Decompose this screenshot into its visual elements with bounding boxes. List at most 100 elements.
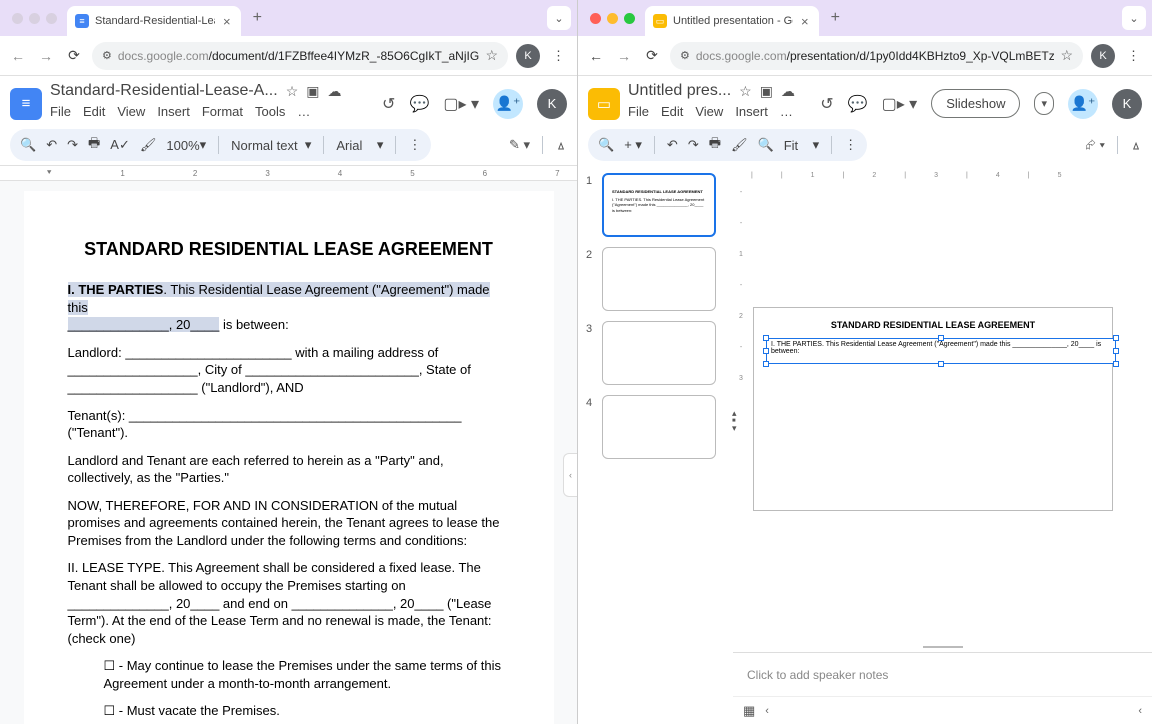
- move-icon[interactable]: ▣: [760, 83, 773, 100]
- more-tools-icon[interactable]: ⋮: [844, 137, 857, 153]
- slide-thumb-1[interactable]: STANDARD RESIDENTIAL LEASE AGREEMENT I. …: [602, 173, 716, 237]
- textbox-side-controls[interactable]: ▴■▾: [732, 409, 737, 433]
- paint-format-icon[interactable]: 🖌: [731, 137, 748, 153]
- account-avatar[interactable]: K: [1112, 89, 1142, 119]
- account-avatar[interactable]: K: [537, 89, 567, 119]
- document-page[interactable]: STANDARD RESIDENTIAL LEASE AGREEMENT I. …: [24, 191, 554, 724]
- cursor-mode-icon[interactable]: ⮳ ▾: [1086, 137, 1105, 153]
- resize-handle[interactable]: [938, 335, 944, 341]
- meet-icon[interactable]: ▢▸ ▾: [443, 94, 479, 114]
- menu-more[interactable]: …: [297, 104, 310, 119]
- slide-thumb-3[interactable]: [602, 321, 716, 385]
- editing-mode-icon[interactable]: ✎ ▾: [509, 137, 530, 153]
- menu-edit[interactable]: Edit: [83, 104, 105, 119]
- notes-resize-handle[interactable]: [923, 646, 963, 648]
- zoom-icon[interactable]: 🔍: [758, 137, 774, 153]
- close-dot[interactable]: [12, 13, 23, 24]
- undo-icon[interactable]: ↶: [667, 137, 678, 153]
- close-dot[interactable]: [590, 13, 601, 24]
- print-icon[interactable]: 🖶: [709, 134, 721, 156]
- meet-icon[interactable]: ▢▸ ▾: [882, 94, 918, 114]
- h-ruler[interactable]: ||1|2|3|4|5: [733, 165, 1152, 179]
- zoom-select[interactable]: 100% ▾: [166, 137, 206, 153]
- comment-icon[interactable]: 💬: [409, 94, 429, 114]
- search-icon[interactable]: 🔍: [20, 137, 36, 153]
- collapse-toolbar-icon[interactable]: ㅿ: [1130, 136, 1142, 155]
- browser-tab[interactable]: ▭ Untitled presentation - Googl ×: [645, 6, 819, 36]
- resize-handle[interactable]: [938, 361, 944, 367]
- site-info-icon[interactable]: ⚙: [680, 49, 690, 62]
- paint-format-icon[interactable]: 🖌: [140, 137, 157, 153]
- slide-title-text[interactable]: STANDARD RESIDENTIAL LEASE AGREEMENT: [754, 308, 1112, 330]
- share-button[interactable]: 👤⁺: [493, 89, 523, 119]
- max-dot[interactable]: [624, 13, 635, 24]
- url-input[interactable]: ⚙ docs.google.com/document/d/1FZBffee4IY…: [92, 42, 508, 70]
- back-icon[interactable]: ←: [586, 46, 606, 66]
- share-button[interactable]: 👤⁺: [1068, 89, 1098, 119]
- docs-app-icon[interactable]: ≡: [10, 88, 42, 120]
- menu-more[interactable]: …: [780, 104, 793, 119]
- resize-handle[interactable]: [1113, 361, 1119, 367]
- menu-insert[interactable]: Insert: [735, 104, 768, 119]
- resize-handle[interactable]: [1113, 348, 1119, 354]
- undo-icon[interactable]: ↶: [46, 137, 57, 153]
- side-panel-toggle[interactable]: ‹: [563, 453, 577, 497]
- site-info-icon[interactable]: ⚙: [102, 49, 112, 62]
- slideshow-dropdown-icon[interactable]: ▾: [1034, 92, 1054, 115]
- browser-menu-icon[interactable]: ⋮: [548, 48, 569, 64]
- slides-app-icon[interactable]: ▭: [588, 88, 620, 120]
- cloud-saved-icon[interactable]: ☁: [781, 83, 795, 100]
- menu-view[interactable]: View: [695, 104, 723, 119]
- comment-icon[interactable]: 💬: [848, 94, 868, 114]
- resize-handle[interactable]: [763, 335, 769, 341]
- slide-canvas[interactable]: STANDARD RESIDENTIAL LEASE AGREEMENT I. …: [753, 307, 1113, 511]
- bookmark-star-icon[interactable]: ☆: [485, 47, 498, 64]
- history-icon[interactable]: ↺: [382, 94, 395, 114]
- redo-icon[interactable]: ↷: [67, 137, 78, 153]
- grid-view-icon[interactable]: ▦: [743, 703, 755, 719]
- move-icon[interactable]: ▣: [306, 83, 319, 100]
- collapse-toolbar-icon[interactable]: ㅿ: [555, 136, 567, 155]
- menu-edit[interactable]: Edit: [661, 104, 683, 119]
- menu-tools[interactable]: Tools: [255, 104, 285, 119]
- browser-menu-icon[interactable]: ⋮: [1123, 48, 1144, 64]
- url-input[interactable]: ⚙ docs.google.com/presentation/d/1py0Idd…: [670, 42, 1083, 70]
- menu-insert[interactable]: Insert: [157, 104, 190, 119]
- slideshow-button[interactable]: Slideshow: [931, 89, 1020, 118]
- min-dot[interactable]: [607, 13, 618, 24]
- font-select[interactable]: Arial ▾: [336, 137, 383, 153]
- close-icon[interactable]: ×: [221, 14, 233, 29]
- tab-dropdown-icon[interactable]: ⌄: [547, 6, 571, 30]
- menu-format[interactable]: Format: [202, 104, 243, 119]
- resize-handle[interactable]: [763, 361, 769, 367]
- search-icon[interactable]: 🔍: [598, 137, 614, 153]
- bookmark-star-icon[interactable]: ☆: [1060, 47, 1073, 64]
- speaker-notes[interactable]: Click to add speaker notes: [733, 652, 1152, 696]
- star-icon[interactable]: ☆: [286, 83, 299, 100]
- profile-avatar[interactable]: K: [1091, 44, 1115, 68]
- star-icon[interactable]: ☆: [739, 83, 752, 100]
- zoom-select[interactable]: Fit ▾: [784, 137, 819, 153]
- spellcheck-icon[interactable]: A✓: [110, 137, 130, 153]
- doc-title[interactable]: Standard-Residential-Lease-A...: [50, 82, 278, 100]
- collapse-icon[interactable]: ‹: [765, 705, 769, 717]
- slide-thumb-2[interactable]: [602, 247, 716, 311]
- back-icon[interactable]: ←: [8, 46, 28, 66]
- redo-icon[interactable]: ↷: [688, 137, 699, 153]
- menu-file[interactable]: File: [628, 104, 649, 119]
- browser-tab[interactable]: ≡ Standard-Residential-Lease- ×: [67, 6, 241, 36]
- horizontal-ruler[interactable]: ⯆1234567: [0, 165, 577, 181]
- profile-avatar[interactable]: K: [516, 44, 540, 68]
- history-icon[interactable]: ↺: [820, 94, 833, 114]
- slide-thumb-4[interactable]: [602, 395, 716, 459]
- menu-view[interactable]: View: [117, 104, 145, 119]
- reload-icon[interactable]: ⟳: [642, 46, 662, 66]
- close-icon[interactable]: ×: [799, 14, 811, 29]
- min-dot[interactable]: [29, 13, 40, 24]
- new-tab-button[interactable]: +: [823, 9, 848, 27]
- resize-handle[interactable]: [763, 348, 769, 354]
- slide-editor[interactable]: STANDARD RESIDENTIAL LEASE AGREEMENT I. …: [749, 179, 1152, 642]
- doc-title[interactable]: Untitled pres...: [628, 82, 731, 100]
- style-select[interactable]: Normal text ▾: [231, 137, 311, 153]
- reload-icon[interactable]: ⟳: [64, 46, 84, 66]
